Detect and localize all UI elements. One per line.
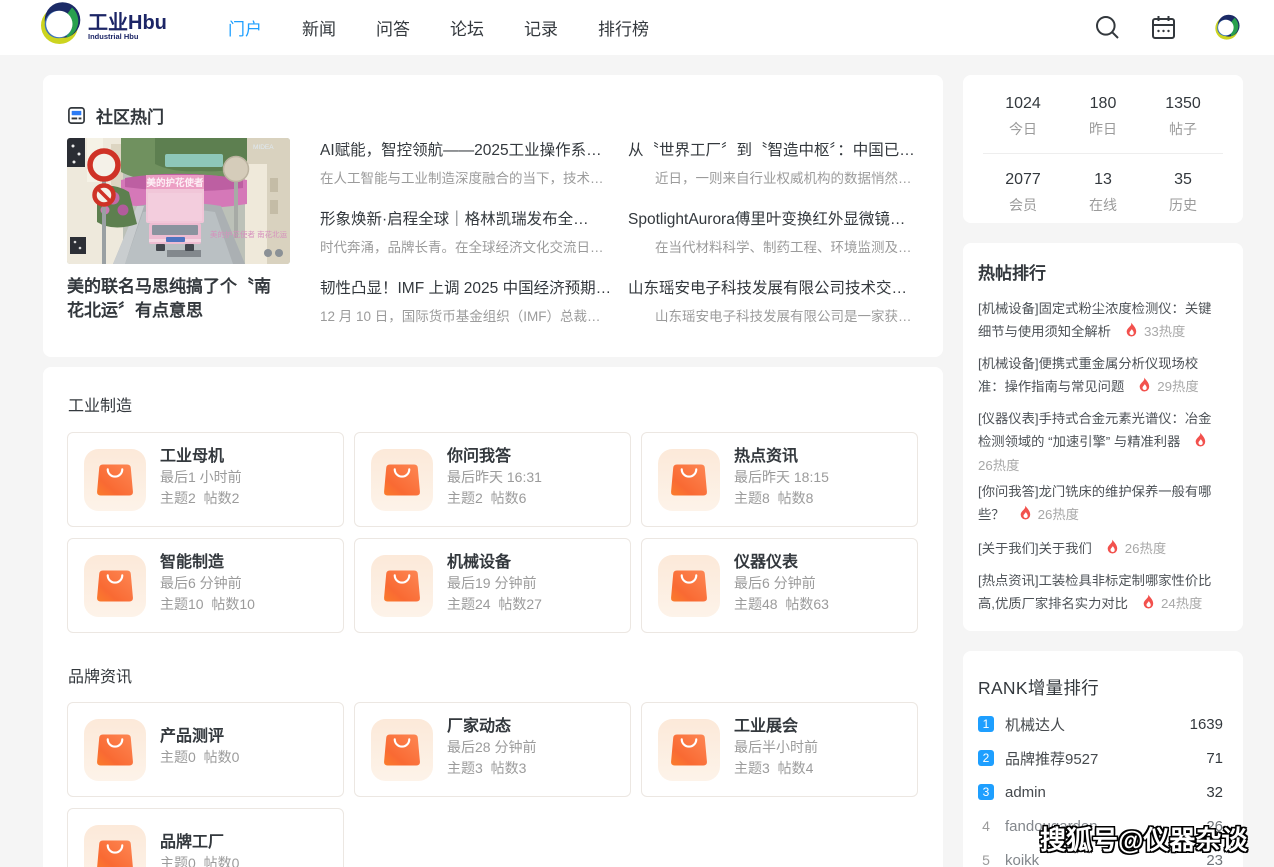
svg-text:MIDEA: MIDEA xyxy=(253,144,274,151)
svg-text:美的护花使者 南花北运: 美的护花使者 南花北运 xyxy=(210,229,288,239)
svg-text:美的护花使者: 美的护花使者 xyxy=(145,177,204,189)
